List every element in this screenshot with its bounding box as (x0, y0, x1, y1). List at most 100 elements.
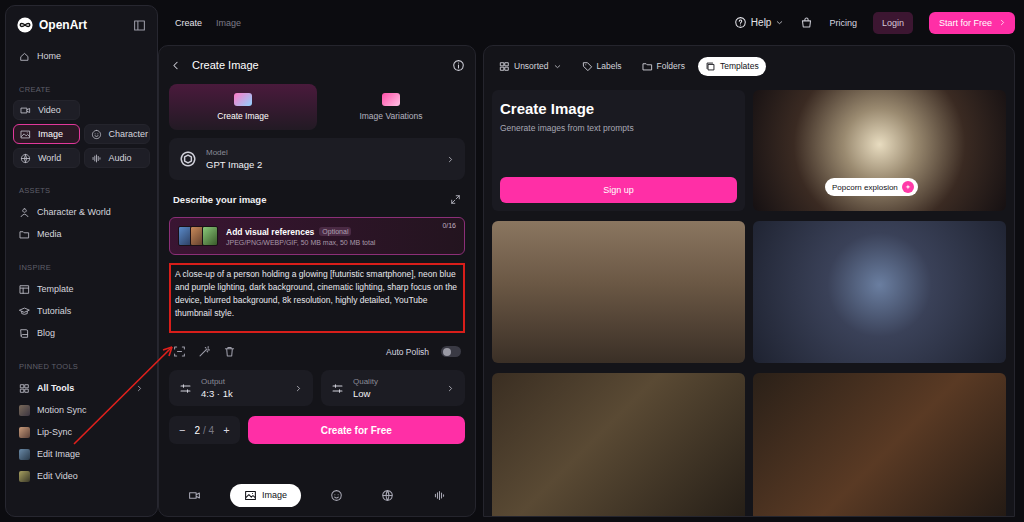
bottom-tabs: Image (169, 482, 465, 508)
sidebar-section-title: PINNED TOOLS (19, 362, 150, 371)
bottom-tab[interactable] (178, 484, 211, 507)
optional-badge: Optional (319, 227, 351, 236)
prompt-tools: Auto Polish (169, 345, 465, 358)
visual-references[interactable]: Add visual referencesOptionalJPEG/PNG/WE… (169, 217, 465, 255)
top-actions: Help Pricing Login Start for Free (734, 12, 1015, 34)
references-count: 0/16 (442, 222, 456, 229)
pinned-tool[interactable]: Edit Image (13, 443, 150, 465)
chevron-down-icon (775, 18, 784, 27)
template-grid: Create Image Generate images from text pr… (492, 90, 1006, 517)
back-icon[interactable] (169, 59, 182, 72)
openai-icon (179, 150, 197, 168)
settings-row: Output4:3 · 1kQualityLow (169, 370, 465, 406)
sidebar-item-label: Video (38, 105, 61, 115)
prompt-chip: Popcorn explosion (825, 178, 918, 196)
decrement-button[interactable]: − (179, 424, 185, 436)
magic-wand-icon[interactable] (198, 345, 211, 358)
collapse-sidebar-icon[interactable] (133, 19, 146, 32)
sign-up-button[interactable]: Sign up (500, 177, 737, 203)
pinned-tool[interactable]: All Tools (13, 377, 150, 399)
bottom-tab[interactable] (320, 484, 353, 507)
scan-icon[interactable] (173, 345, 186, 358)
mode-label: Create Image (217, 111, 269, 121)
trash-icon[interactable] (223, 345, 236, 358)
reference-thumbnails (178, 226, 218, 246)
sidebar-item[interactable]: Blog (13, 322, 150, 344)
chevron-right-icon (998, 18, 1007, 27)
sidebar-item[interactable]: Tutorials (13, 300, 150, 322)
toolbar-button[interactable]: Folders (635, 57, 692, 76)
sidebar-item[interactable]: Template (13, 278, 150, 300)
video-icon (20, 105, 31, 116)
model-selector[interactable]: ModelGPT Image 2 (169, 138, 465, 180)
pricing-link[interactable]: Pricing (829, 18, 857, 28)
bottom-tab[interactable] (371, 484, 404, 507)
describe-title: Describe your image (173, 194, 266, 205)
sidebar-section-title: INSPIRE (19, 263, 150, 272)
output-selector[interactable]: Output4:3 · 1k (169, 370, 313, 406)
sidebar-section-title: CREATE (19, 85, 150, 94)
template-tile[interactable] (753, 221, 1006, 363)
world-icon (381, 489, 394, 502)
sidebar-item[interactable]: Video (13, 100, 80, 120)
copy-icon (705, 61, 716, 72)
sidebar-item[interactable]: Audio (84, 148, 151, 168)
template-tile[interactable] (492, 373, 745, 517)
create-row: −2/ 4+Create for Free (169, 416, 465, 444)
sidebar: OpenArt Home CREATE Video Image CharacterWorl… (5, 5, 158, 517)
top-bar: Create Image Help Pricing Login Start for Fre… (158, 0, 1024, 45)
prompt-textarea[interactable]: A close-up of a person holding a glowing… (169, 263, 465, 333)
template-tile[interactable] (753, 373, 1006, 517)
start-for-free-button[interactable]: Start for Free (929, 12, 1015, 34)
bottom-tab[interactable] (423, 484, 456, 507)
sidebar-item-label: Edit Video (37, 471, 144, 481)
intro-title: Create Image (500, 100, 737, 117)
breadcrumb-item[interactable]: Image (216, 18, 241, 28)
chevron-right-icon (446, 155, 455, 164)
help-menu[interactable]: Help (734, 16, 785, 29)
logo[interactable]: OpenArt (17, 17, 87, 33)
increment-button[interactable]: + (223, 424, 229, 436)
breadcrumb-item[interactable]: Create (175, 18, 202, 28)
template-tile[interactable] (492, 221, 745, 363)
gallery-toolbar: Unsorted Labels Folders Templates (492, 54, 1006, 78)
sidebar-item[interactable]: Image (13, 124, 80, 144)
sidebar-item-label: Home (37, 51, 61, 61)
sidebar-item-label: Image (38, 129, 63, 139)
sidebar-item[interactable]: Character & World (13, 201, 150, 223)
auto-polish-toggle[interactable] (441, 346, 461, 357)
mode-tab[interactable]: Image Variations (317, 84, 465, 130)
sidebar-item-label: Audio (109, 153, 132, 163)
sidebar-item[interactable]: Home (13, 45, 150, 67)
template-tile[interactable]: Popcorn explosion (753, 90, 1006, 211)
sidebar-item[interactable]: Character (84, 124, 151, 144)
cap-icon (19, 306, 30, 317)
toolbar-button[interactable]: Labels (575, 57, 629, 76)
login-button[interactable]: Login (873, 12, 913, 34)
auto-polish-label: Auto Polish (386, 347, 429, 357)
references-title: Add visual references (226, 227, 314, 237)
create-button[interactable]: Create for Free (248, 416, 465, 444)
reference-thumbnail (202, 226, 218, 246)
pinned-tools: All ToolsMotion SyncLip-SyncEdit Image Ed… (13, 377, 150, 487)
tool-thumbnail (19, 427, 30, 438)
mode-tab[interactable]: Create Image (169, 84, 317, 130)
pinned-tool[interactable]: Edit Video (13, 465, 150, 487)
sidebar-item[interactable]: Media (13, 223, 150, 245)
bottom-tab[interactable]: Image (230, 484, 301, 507)
audio-icon (91, 153, 102, 164)
intro-subtitle: Generate images from text prompts (500, 123, 737, 133)
toolbar-button[interactable]: Unsorted (492, 57, 569, 76)
expand-icon[interactable] (450, 194, 461, 205)
output-value: 4:3 · 1k (201, 388, 285, 399)
toolbar-button[interactable]: Templates (698, 57, 766, 76)
quality-selector[interactable]: QualityLow (321, 370, 465, 406)
mode-tabs: Create Image Image Variations (169, 84, 465, 130)
sidebar-section: Video Image CharacterWorld Audio (13, 100, 150, 168)
shop-icon[interactable] (800, 16, 813, 29)
quality-value: Low (353, 388, 437, 399)
pinned-tool[interactable]: Lip-Sync (13, 421, 150, 443)
pinned-tool[interactable]: Motion Sync (13, 399, 150, 421)
info-icon[interactable] (452, 59, 465, 72)
sidebar-item[interactable]: World (13, 148, 80, 168)
